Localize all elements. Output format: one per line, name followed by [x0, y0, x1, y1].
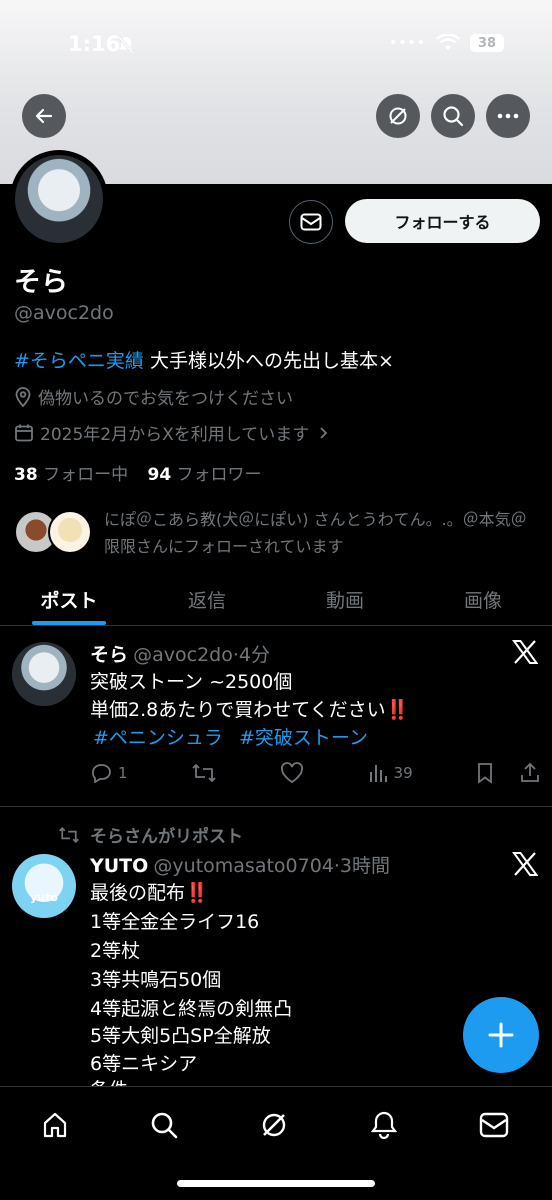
post-hashtags: #ペニンシュラ #突破ストーン: [90, 724, 368, 752]
following-link[interactable]: 38 フォロー中: [14, 465, 128, 485]
search-icon: [442, 105, 464, 127]
post-time: ·3時間: [333, 855, 391, 877]
post-avatar[interactable]: yuto: [12, 854, 76, 918]
post-author-handle[interactable]: @avoc2do: [133, 644, 233, 666]
post-author-handle[interactable]: @yutomasato0704: [153, 855, 333, 877]
share-icon[interactable]: [520, 762, 540, 784]
profile-handle: @avoc2do: [14, 302, 114, 324]
post-text-line: 4等起源と終焉の剣無凸: [90, 998, 293, 1020]
tab-videos[interactable]: 動画: [276, 574, 414, 625]
post-text-line: 3等共鳴石50個: [90, 969, 222, 991]
x-logo-icon: [512, 640, 538, 664]
follow-counts: 38 フォロー中 94 フォロワー: [14, 460, 262, 485]
avatar-label: yuto: [30, 891, 58, 904]
tab-images[interactable]: 画像: [414, 574, 552, 625]
post-header: YUTO @yutomasato0704·3時間: [90, 851, 390, 878]
post-text-line: 5等大剣5凸SP全解放: [90, 1025, 271, 1047]
hashtag-link[interactable]: #突破ストーン: [239, 727, 368, 749]
repost-indicator[interactable]: そらさんがリポスト: [58, 822, 243, 847]
post-text-line: 突破ストーン ~2500個: [90, 671, 293, 693]
reply-icon: [90, 763, 112, 783]
follower-avatar: [48, 510, 92, 554]
repost-icon: [191, 763, 217, 783]
location-icon: [14, 386, 32, 408]
reply-count: 1: [118, 764, 128, 782]
wifi-icon: [436, 34, 460, 52]
grok-icon[interactable]: [254, 1105, 294, 1145]
signal-icon: ••••: [388, 35, 426, 51]
x-logo-icon: [512, 852, 538, 876]
follow-button[interactable]: フォローする: [345, 199, 540, 243]
post-text-line: 2等杖: [90, 940, 141, 962]
search-icon[interactable]: [144, 1105, 184, 1145]
back-arrow-icon: [34, 106, 54, 126]
profile-joined[interactable]: 2025年2月からXを利用しています: [14, 420, 329, 445]
post-text-line: 最後の配布‼️: [90, 882, 209, 904]
bell-icon[interactable]: [364, 1105, 404, 1145]
post-text-line: 6等ニキシア: [90, 1053, 198, 1075]
followed-by-text[interactable]: にぽ＠こあら教(犬＠にぽい) さんとうわてん。.。＠本気＠限限さんにフォローされ…: [104, 506, 540, 560]
compose-button[interactable]: [463, 997, 539, 1073]
repost-label: そらさんがリポスト: [90, 827, 243, 847]
post-text-line: 単価2.8あたりで買わせてください‼️: [90, 699, 410, 721]
home-indicator: [177, 1180, 375, 1187]
silent-bell-icon: [116, 35, 136, 55]
back-button[interactable]: [22, 94, 66, 138]
post-text-line: 条件: [90, 1076, 128, 1086]
search-button[interactable]: [431, 94, 475, 138]
profile-location: 偽物いるのでお気をつけください: [14, 384, 293, 409]
views-count: 39: [393, 764, 413, 782]
tab-posts[interactable]: ポスト: [0, 574, 138, 625]
post-divider: [0, 806, 552, 807]
grok-icon: [387, 105, 409, 127]
like-button[interactable]: [280, 762, 304, 784]
followers-link[interactable]: 94 フォロワー: [147, 465, 261, 485]
more-icon: [497, 113, 519, 119]
bookmark-icon[interactable]: [476, 762, 494, 784]
plus-icon: [487, 1021, 515, 1049]
profile-avatar[interactable]: [10, 150, 108, 248]
calendar-icon: [14, 423, 34, 443]
profile-name: そら: [14, 267, 68, 298]
bio-hashtag[interactable]: #そらペニ実績: [14, 350, 144, 372]
post-author-name[interactable]: そら: [90, 644, 128, 666]
status-indicators: •••• 38: [389, 34, 504, 52]
tab-replies[interactable]: 返信: [138, 574, 276, 625]
views-icon: [368, 763, 388, 783]
status-time: 1:16: [68, 32, 121, 56]
grok-button[interactable]: [376, 94, 420, 138]
post-author-name[interactable]: YUTO: [90, 855, 148, 877]
views-button[interactable]: 39: [368, 763, 413, 783]
post-header: そら @avoc2do·4分: [90, 640, 270, 667]
reply-button[interactable]: 1: [90, 763, 128, 783]
repost-icon: [58, 826, 80, 844]
repost-button[interactable]: [191, 763, 217, 783]
home-icon[interactable]: [35, 1105, 75, 1145]
bio-text: 大手様以外への先出し基本×: [143, 350, 394, 372]
mail-icon: [300, 213, 322, 231]
battery-indicator: 38: [470, 34, 504, 52]
joined-text: 2025年2月からXを利用しています: [40, 425, 310, 445]
post-text-line: 1等全金全ライフ16: [90, 911, 260, 933]
post-time: ·4分: [232, 644, 270, 666]
more-button[interactable]: [486, 94, 530, 138]
post-avatar[interactable]: [12, 642, 76, 706]
message-button[interactable]: [289, 200, 333, 244]
like-icon: [280, 762, 304, 784]
profile-bio: #そらペニ実績 大手様以外への先出し基本×: [14, 346, 394, 373]
location-text: 偽物いるのでお気をつけください: [38, 389, 293, 409]
mail-icon[interactable]: [474, 1105, 514, 1145]
post-actions: 1 39: [90, 762, 540, 784]
chevron-right-icon: [319, 426, 329, 440]
hashtag-link[interactable]: #ペニンシュラ: [93, 727, 223, 749]
profile-tabs: ポスト 返信 動画 画像: [0, 574, 552, 626]
